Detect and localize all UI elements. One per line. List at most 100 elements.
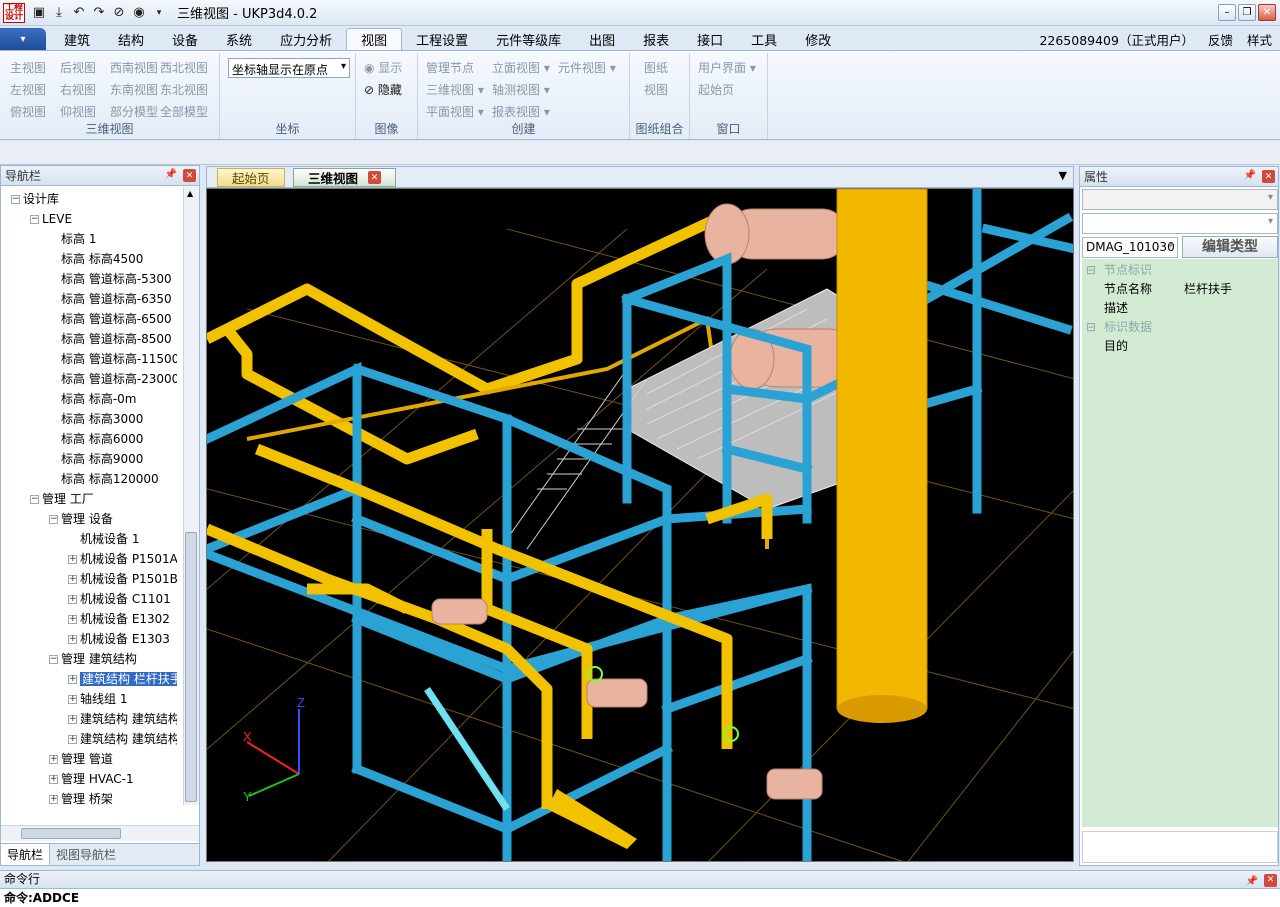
redo-icon[interactable]: ↷ — [89, 3, 109, 23]
close-icon[interactable]: ✕ — [1264, 874, 1277, 887]
property-category[interactable]: ⊟ 标识数据 — [1082, 318, 1278, 337]
property-value[interactable]: 栏杆扶手 — [1184, 280, 1232, 299]
save-icon[interactable]: ▣ — [29, 3, 49, 23]
tree-node[interactable]: − LEVE — [30, 210, 72, 228]
view-button-1[interactable]: 后视图 — [60, 59, 96, 76]
download-icon[interactable]: ⤓ — [49, 3, 69, 23]
tree-node[interactable]: 标高 标高9000 — [49, 450, 143, 468]
tree-node[interactable]: + 建筑结构 建筑结构 — [68, 710, 177, 728]
expand-icon[interactable]: + — [68, 695, 77, 704]
tab-12[interactable]: 修改 — [791, 28, 845, 50]
tab-10[interactable]: 接口 — [683, 28, 737, 50]
property-row[interactable]: 描述 — [1082, 299, 1278, 318]
hide-icon[interactable]: ⊘ — [109, 3, 129, 23]
show-button[interactable]: ◉ 显示 — [364, 59, 402, 76]
nav-vscroll[interactable]: ▲ — [183, 187, 199, 805]
tab-6[interactable]: 工程设置 — [402, 28, 482, 50]
3d-viewport[interactable]: Z X Y — [206, 188, 1074, 862]
create-button-6[interactable]: 报表视图 ▾ — [492, 103, 550, 120]
app-menu-button[interactable]: ▾ — [0, 28, 46, 50]
pump-3[interactable] — [431, 598, 488, 625]
tree-node[interactable]: − 管理 建筑结构 — [49, 650, 137, 668]
tree-node[interactable]: + 管理 HVAC-1 — [49, 770, 134, 788]
view-button-4[interactable]: 左视图 — [10, 81, 46, 98]
view-button-11[interactable]: 全部模型 — [160, 103, 208, 120]
expand-icon[interactable]: + — [68, 735, 77, 744]
pump-2[interactable] — [766, 768, 823, 800]
tree-node[interactable]: 标高 管道标高-11500 — [49, 350, 177, 368]
tab-3[interactable]: 系统 — [212, 28, 266, 50]
tree-node[interactable]: 标高 管道标高-8500 — [49, 330, 172, 348]
collapse-icon[interactable]: ⊟ — [1086, 318, 1096, 337]
collapse-icon[interactable]: − — [11, 195, 20, 204]
type-combo[interactable]: DMAG_101030 — [1082, 237, 1178, 258]
expand-icon[interactable]: + — [68, 715, 77, 724]
tree-node[interactable]: + 管理 桥架 — [49, 790, 113, 805]
expand-icon[interactable]: + — [68, 555, 77, 564]
undo-icon[interactable]: ↶ — [69, 3, 89, 23]
create-button-4[interactable]: 轴测视图 ▾ — [492, 81, 550, 98]
tab-3d-view[interactable]: 三维视图 ✕ — [293, 168, 397, 187]
view-button-8[interactable]: 俯视图 — [10, 103, 46, 120]
tab-5[interactable]: 视图 — [346, 28, 403, 50]
tree-node[interactable]: + 管理 管道 — [49, 750, 113, 768]
expand-icon[interactable]: + — [68, 575, 77, 584]
close-icon[interactable]: ✕ — [368, 171, 382, 184]
tree-node[interactable]: − 设计库 — [11, 190, 59, 208]
edit-type-button[interactable]: 编辑类型 — [1182, 236, 1278, 258]
collapse-icon[interactable]: − — [49, 515, 58, 524]
close-button[interactable]: ✕ — [1258, 4, 1276, 21]
expand-icon[interactable]: + — [68, 615, 77, 624]
create-button-1[interactable]: 立面视图 ▾ — [492, 59, 550, 76]
view-button-0[interactable]: 主视图 — [10, 59, 46, 76]
view-button-6[interactable]: 东南视图 — [110, 81, 158, 98]
tree-node[interactable]: 标高 管道标高-6350 — [49, 290, 172, 308]
hide-button[interactable]: ⊘ 隐藏 — [364, 81, 402, 98]
pump-1[interactable] — [586, 678, 648, 708]
start-page-button[interactable]: 起始页 — [698, 81, 734, 98]
tree-node[interactable]: 标高 管道标高-6500 — [49, 310, 172, 328]
tree-node[interactable]: 标高 标高4500 — [49, 250, 143, 268]
property-row[interactable]: 目的 — [1082, 337, 1278, 356]
tab-11[interactable]: 工具 — [737, 28, 791, 50]
app-logo[interactable]: 工程设计 — [3, 2, 25, 23]
scroll-thumb[interactable] — [21, 828, 121, 839]
eye-icon[interactable]: ◉ — [129, 3, 149, 23]
tab-nav[interactable]: 导航栏 — [1, 844, 51, 865]
tab-1[interactable]: 结构 — [104, 28, 158, 50]
tree-node[interactable]: + 建筑结构 建筑结构 — [68, 730, 177, 748]
create-button-3[interactable]: 三维视图 ▾ — [426, 81, 484, 98]
tree-node[interactable]: + 建筑结构 栏杆扶手 — [68, 670, 177, 688]
tab-list-dropdown-icon[interactable]: ▼ — [1059, 169, 1067, 182]
tab-view-nav[interactable]: 视图导航栏 — [50, 844, 122, 865]
tree-node[interactable]: − 管理 工厂 — [30, 490, 94, 508]
tree-node[interactable]: + 机械设备 C1101 — [68, 590, 171, 608]
create-button-0[interactable]: 管理节点 — [426, 59, 474, 76]
tree-node[interactable]: + 机械设备 P1501A — [68, 550, 177, 568]
pin-icon[interactable]: 📌 — [1246, 873, 1258, 890]
view-button-5[interactable]: 右视图 — [60, 81, 96, 98]
quick-access-dropdown-icon[interactable]: ▾ — [149, 3, 169, 23]
tab-0[interactable]: 建筑 — [50, 28, 104, 50]
close-icon[interactable]: ✕ — [183, 169, 196, 182]
tree-node[interactable]: + 轴线组 1 — [68, 690, 127, 708]
tree-node[interactable]: 标高 1 — [49, 230, 96, 248]
tree-node[interactable]: 标高 标高3000 — [49, 410, 143, 428]
view-button-3[interactable]: 西北视图 — [160, 59, 208, 76]
expand-icon[interactable]: + — [49, 795, 58, 804]
tab-2[interactable]: 设备 — [158, 28, 212, 50]
view-button[interactable]: 视图 — [644, 81, 668, 98]
expand-icon[interactable]: + — [68, 635, 77, 644]
tree-node[interactable]: 标高 管道标高-23000 — [49, 370, 177, 388]
restore-button[interactable]: ❐ — [1238, 4, 1256, 21]
style-menu[interactable]: 样式 — [1247, 30, 1272, 49]
command-input[interactable]: 命令:ADDCE — [0, 889, 1280, 907]
expand-icon[interactable]: + — [49, 775, 58, 784]
close-icon[interactable]: ✕ — [1262, 170, 1275, 183]
tab-8[interactable]: 出图 — [575, 28, 629, 50]
props-object-combo[interactable] — [1082, 213, 1278, 234]
view-button-10[interactable]: 部分模型 — [110, 103, 158, 120]
view-button-2[interactable]: 西南视图 — [110, 59, 158, 76]
collapse-icon[interactable]: − — [30, 215, 39, 224]
pin-icon[interactable]: 📌 — [1244, 170, 1256, 181]
